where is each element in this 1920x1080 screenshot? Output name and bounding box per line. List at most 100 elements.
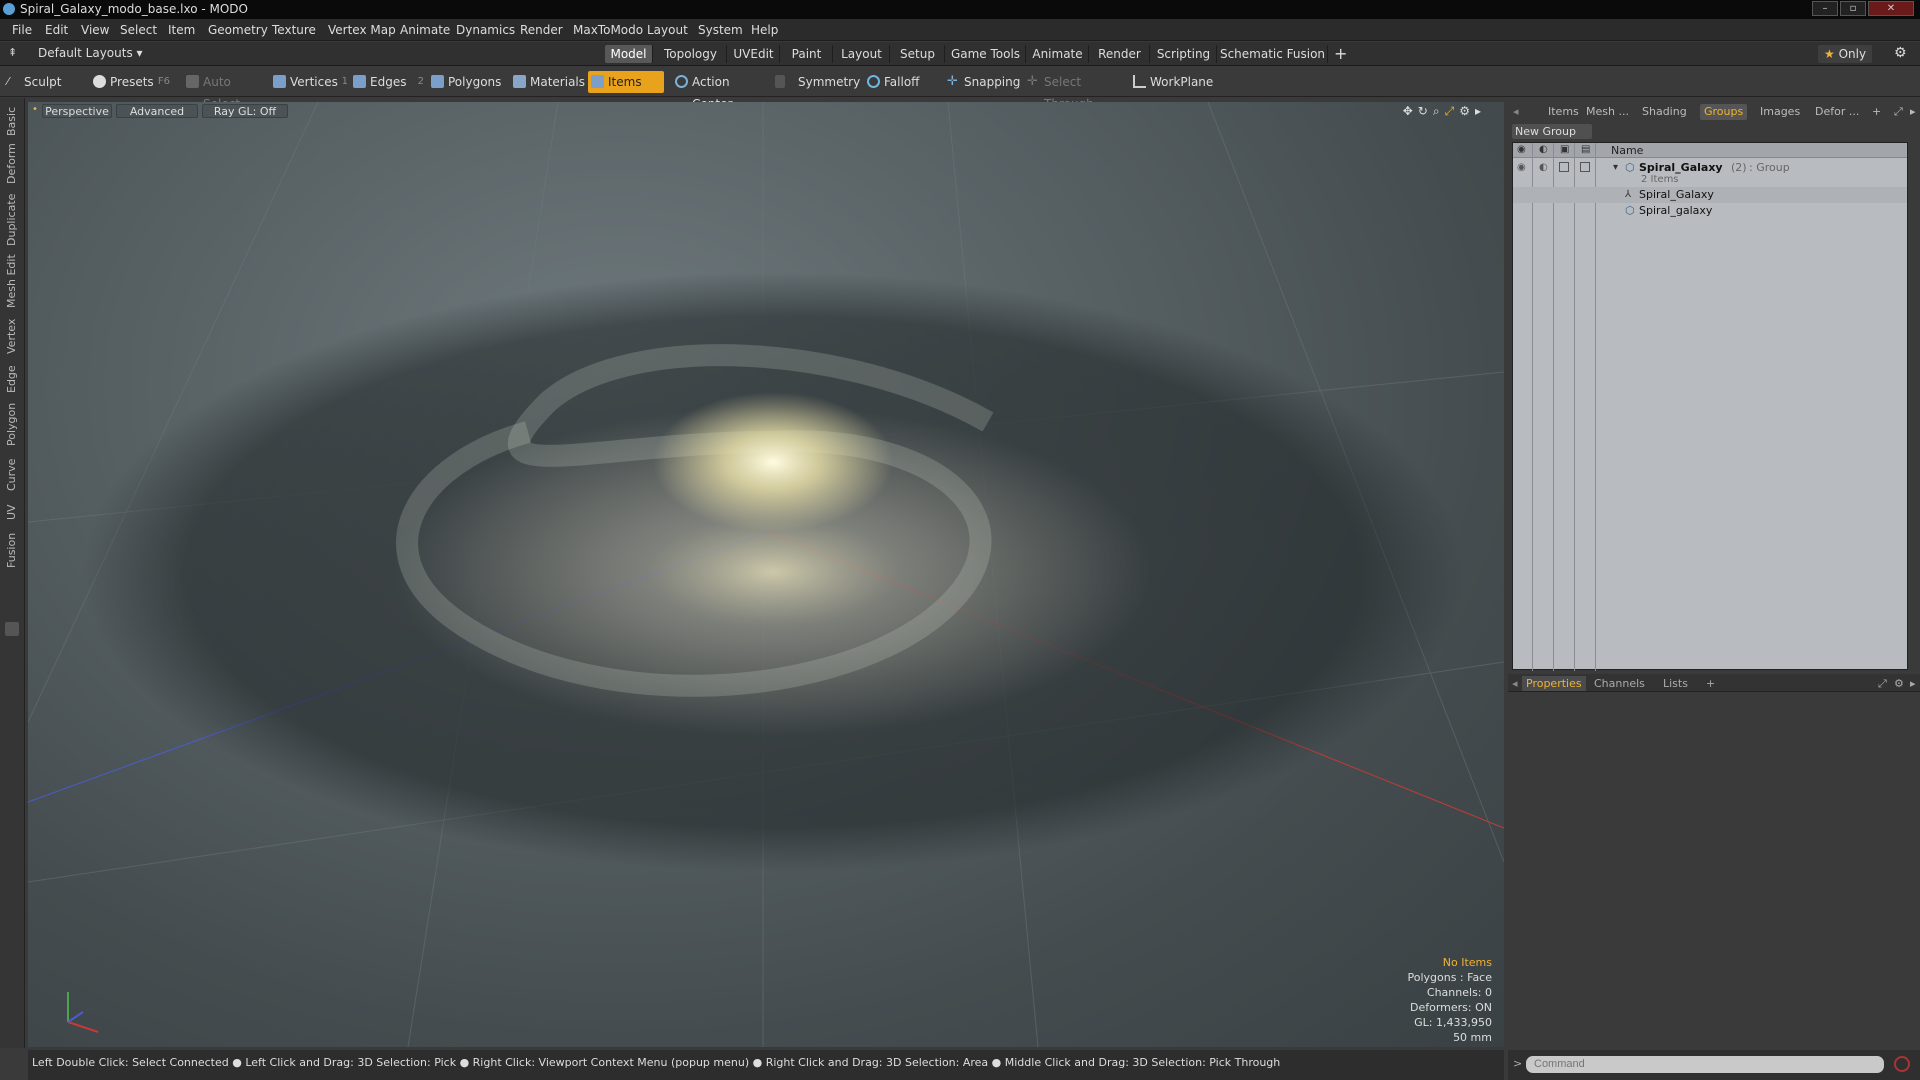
advanced-button[interactable]: Advanced [116, 104, 198, 118]
menu-file[interactable]: File [12, 23, 32, 37]
snapping-button[interactable]: ✛ Snapping [944, 71, 1024, 93]
tab-shading[interactable]: Shading [1642, 104, 1687, 120]
maximize-icon[interactable]: ⤢ [1445, 104, 1460, 118]
new-group-button[interactable]: New Group [1512, 124, 1592, 139]
minimize-button[interactable]: – [1812, 1, 1838, 16]
tab-setup[interactable]: Setup [891, 45, 945, 63]
falloff-button[interactable]: Falloff [864, 71, 934, 93]
add-tab-icon[interactable]: + [1334, 44, 1347, 63]
menu-help[interactable]: Help [751, 23, 778, 37]
tab-images[interactable]: Images [1760, 104, 1800, 120]
action-center-button[interactable]: Action Center [672, 71, 764, 111]
menu-select[interactable]: Select [120, 23, 157, 37]
menu-item[interactable]: Item [168, 23, 195, 37]
tab-mesh-edit[interactable]: Mesh Edit [5, 254, 18, 308]
tab-properties[interactable]: Properties [1522, 676, 1586, 691]
tab-deform[interactable]: Deform [5, 143, 18, 184]
expand-arrow-icon[interactable]: ▸ [1475, 104, 1486, 118]
add-properties-tab-icon[interactable]: + [1706, 676, 1715, 691]
rotate-icon[interactable]: ↻ [1418, 104, 1433, 118]
select-checkbox[interactable] [1580, 162, 1590, 172]
tab-scripting[interactable]: Scripting [1151, 45, 1217, 63]
tab-polygon[interactable]: Polygon [5, 403, 18, 446]
properties-arrow-icon[interactable]: ▸ [1910, 676, 1916, 691]
tab-paint[interactable]: Paint [781, 45, 833, 63]
panel-arrow-icon[interactable]: ▸ [1910, 104, 1916, 120]
tab-edge[interactable]: Edge [5, 365, 18, 393]
tree-row-group[interactable]: ◉ ◐ ▾ ⬡ Spiral_Galaxy (2) : Group 2 Item… [1513, 160, 1907, 186]
expand-icon[interactable]: ▾ [1613, 160, 1618, 176]
tab-animate[interactable]: Animate [1027, 45, 1089, 63]
menu-vertex-map[interactable]: Vertex Map [328, 23, 396, 37]
tab-items[interactable]: Items [1548, 104, 1579, 120]
items-button[interactable]: Items [588, 71, 664, 93]
gear-icon[interactable]: ⚙ [1894, 45, 1907, 61]
sculpt-button[interactable]: ⁄ Sculpt [4, 71, 86, 93]
viewport-menu-icon[interactable]: • [32, 104, 38, 115]
select-through-button[interactable]: ✛Select Through [1024, 71, 1120, 111]
close-button[interactable]: ✕ [1868, 1, 1914, 16]
tab-fusion[interactable]: Fusion [5, 533, 18, 568]
edges-button[interactable]: Edges 2 [350, 71, 426, 93]
tab-uvedit[interactable]: UVEdit [728, 45, 780, 63]
viewport-gear-icon[interactable]: ⚙ [1459, 104, 1475, 118]
command-input[interactable] [1526, 1056, 1884, 1073]
only-button[interactable]: ★ Only [1818, 45, 1872, 63]
tab-render[interactable]: Render [1090, 45, 1150, 63]
menu-render[interactable]: Render [520, 23, 563, 37]
tab-schematic-fusion[interactable]: Schematic Fusion [1218, 45, 1328, 63]
tab-channels[interactable]: Channels [1594, 676, 1645, 691]
tab-duplicate[interactable]: Duplicate [5, 194, 18, 246]
workplane-button[interactable]: WorkPlane [1130, 71, 1213, 93]
visibility-toggle-icon[interactable]: ◉ [1517, 160, 1526, 176]
zoom-icon[interactable]: ⌕ [1433, 104, 1445, 118]
menu-animate[interactable]: Animate [400, 23, 450, 37]
maximize-button[interactable]: ▫ [1840, 1, 1866, 16]
layout-dropdown[interactable]: Default Layouts ▾ [38, 46, 143, 60]
tab-topology[interactable]: Topology [655, 45, 727, 63]
menu-maxtomodo[interactable]: MaxToModo [573, 23, 643, 37]
polygons-button[interactable]: Polygons [428, 71, 502, 93]
tab-game-tools[interactable]: Game Tools [946, 45, 1026, 63]
menu-layout[interactable]: Layout [647, 23, 688, 37]
eye-icon[interactable]: ◉ [1517, 144, 1526, 155]
strip-toggle-button[interactable] [5, 622, 19, 636]
menu-texture[interactable]: Texture [272, 23, 316, 37]
ray-gl-button[interactable]: Ray GL: Off [202, 104, 288, 118]
tree-row-child[interactable]: ⬡ Spiral_galaxy [1513, 203, 1907, 219]
render-toggle-icon[interactable]: ◐ [1539, 160, 1548, 176]
tab-basic[interactable]: Basic [5, 107, 18, 136]
3d-viewport[interactable]: • Perspective Advanced Ray GL: Off ✥↻⌕⤢⚙… [28, 102, 1504, 1047]
add-panel-tab-icon[interactable]: + [1872, 104, 1881, 120]
menu-dynamics[interactable]: Dynamics [456, 23, 515, 37]
materials-button[interactable]: Materials [510, 71, 585, 93]
presets-button[interactable]: Presets F6 [90, 71, 172, 93]
tab-deformers[interactable]: Defor ... [1815, 104, 1859, 120]
select-icon[interactable]: ▤ [1581, 144, 1590, 155]
menu-system[interactable]: System [698, 23, 743, 37]
tab-lists[interactable]: Lists [1663, 676, 1688, 691]
properties-gear-icon[interactable]: ⚙ [1894, 676, 1904, 691]
tree-row-child[interactable]: ⅄ Spiral_Galaxy [1513, 187, 1907, 203]
tab-curve[interactable]: Curve [5, 459, 18, 491]
tab-vertex[interactable]: Vertex [5, 319, 18, 354]
tab-uv[interactable]: UV [5, 504, 18, 520]
collapse-icon[interactable]: ⇞ [8, 46, 17, 59]
menu-geometry[interactable]: Geometry [208, 23, 268, 37]
command-history-icon[interactable] [1894, 1056, 1910, 1072]
properties-menu-icon[interactable]: ◂ [1512, 676, 1518, 691]
tab-layout[interactable]: Layout [834, 45, 890, 63]
menu-view[interactable]: View [81, 23, 109, 37]
render-icon[interactable]: ◐ [1539, 144, 1548, 155]
tab-mesh[interactable]: Mesh ... [1586, 104, 1629, 120]
tab-groups[interactable]: Groups [1700, 104, 1748, 120]
symmetry-button[interactable]: Symmetry [772, 71, 860, 93]
move-icon[interactable]: ✥ [1403, 104, 1418, 118]
properties-expand-icon[interactable]: ⤢ [1878, 676, 1887, 691]
auto-select-button[interactable]: Auto Select [183, 71, 261, 111]
lock-icon[interactable]: ▣ [1560, 144, 1569, 155]
view-mode-button[interactable]: Perspective [42, 104, 112, 118]
lock-checkbox[interactable] [1559, 162, 1569, 172]
panel-menu-icon[interactable]: ◂ [1513, 104, 1519, 120]
vertices-button[interactable]: Vertices 1 [270, 71, 350, 93]
